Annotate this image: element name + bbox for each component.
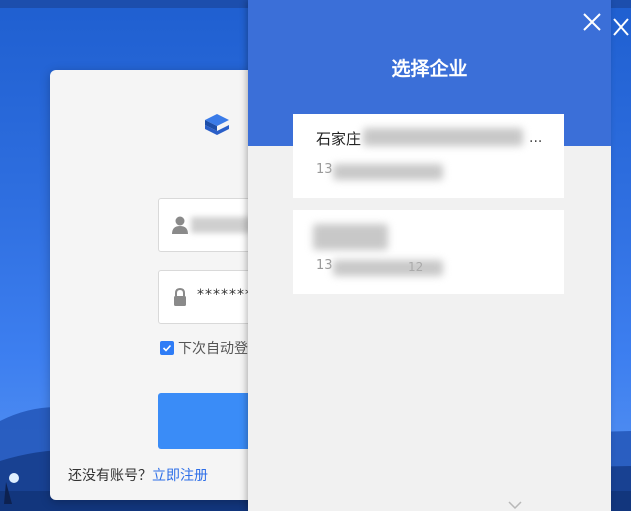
- app-logo: [205, 114, 229, 135]
- select-company-dialog: 选择企业 石家庄 ... 13 13 12: [248, 0, 611, 511]
- company-name-ellipsis: ...: [529, 130, 543, 146]
- user-icon: [172, 216, 188, 234]
- company-name-redacted: [363, 128, 523, 146]
- register-row: 还没有账号？立即注册: [68, 465, 208, 485]
- username-value-redacted: [191, 217, 251, 233]
- behind-window-close-icon[interactable]: [612, 16, 630, 38]
- remember-login-checkbox[interactable]: 下次自动登: [160, 338, 248, 358]
- company-name-redacted: [313, 224, 388, 250]
- company-item[interactable]: 石家庄 ... 13: [293, 114, 564, 198]
- company-name: 石家庄: [316, 130, 362, 148]
- company-phone-prefix: 13: [316, 258, 333, 273]
- company-item[interactable]: 13 12: [293, 210, 564, 294]
- company-phone-prefix: 13: [316, 162, 333, 177]
- check-icon: [160, 341, 174, 355]
- dialog-title: 选择企业: [391, 58, 468, 80]
- chevron-down-icon: [508, 501, 522, 510]
- company-phone-tail: 12: [408, 260, 424, 274]
- sailboat-decoration: [4, 473, 19, 504]
- company-phone-redacted: [333, 260, 443, 276]
- remember-login-label: 下次自动登: [178, 341, 248, 357]
- close-icon[interactable]: [581, 10, 603, 34]
- company-phone-redacted: [333, 164, 443, 180]
- register-link[interactable]: 立即注册: [152, 468, 208, 484]
- lock-icon: [174, 287, 186, 306]
- register-prompt: 还没有账号？: [68, 468, 152, 484]
